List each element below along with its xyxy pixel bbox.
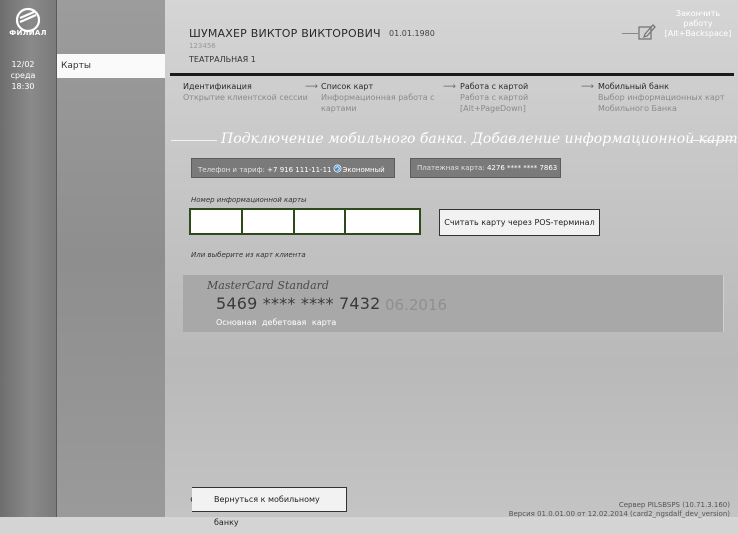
date-time-block: 12/02 среда 18:30 <box>0 59 46 92</box>
refresh-icon[interactable] <box>333 164 342 173</box>
card-number: 5469 **** **** 7432 <box>216 294 381 313</box>
info-card-label: Номер информационной карты <box>191 196 307 204</box>
section-line-left <box>171 140 217 141</box>
time-label: 18:30 <box>11 82 35 91</box>
finish-label-line1: Закончить <box>675 9 721 18</box>
finish-separator <box>622 33 638 34</box>
step-card-list[interactable]: Список карт Информационная работа с карт… <box>321 81 435 114</box>
finish-label-line2: работу <box>683 19 713 28</box>
weekday-label: среда <box>10 71 36 80</box>
client-address: ТЕАТРАЛЬНАЯ 1 <box>189 55 256 64</box>
client-id: 123456 <box>189 42 216 50</box>
read-card-pos-button[interactable]: Считать карту через POS-терминал <box>439 209 600 236</box>
card-number-field-4[interactable] <box>344 208 421 235</box>
left-sidebar: ФИЛИАЛ 12/02 среда 18:30 <box>0 0 57 517</box>
card-number-field-1[interactable] <box>189 208 243 235</box>
card-number-field-2[interactable] <box>241 208 295 235</box>
step-subtitle: Информационная работа с <box>321 93 435 102</box>
choose-from-client-cards-label: Или выберите из карт клиента <box>191 251 306 259</box>
header-divider <box>170 73 734 76</box>
phone-tariff-label: Телефон и тариф: <box>198 166 265 174</box>
card-expiry: 06.2016 <box>385 296 448 314</box>
step-subtitle-2: картами <box>321 104 357 113</box>
edit-icon[interactable] <box>637 22 657 42</box>
card-description: Основная дебетовая карта <box>216 318 337 327</box>
step-title: Работа с картой <box>460 82 529 91</box>
step-subtitle-2: Мобильного Банка <box>598 104 677 113</box>
finish-label-shortcut: [Alt+Backspace] <box>664 29 732 38</box>
payment-card-chip: Платежная карта: 4276 **** **** 7863 <box>410 158 561 178</box>
client-birth-date: 01.01.1980 <box>389 29 435 38</box>
arrow-right-icon: ⟶ <box>305 82 318 92</box>
tariff-name: Экономный <box>342 166 385 174</box>
step-card-work[interactable]: Работа с картой Работа с картой [Alt+Pag… <box>460 81 528 114</box>
section-title: Подключение мобильного банка. Добавление… <box>221 131 738 147</box>
card-type: MasterCard Standard <box>207 279 329 292</box>
server-info: Сервер PILSBSPS (10.71.3.160) <box>618 501 730 509</box>
date-label: 12/02 <box>11 60 35 69</box>
step-title: Идентификация <box>183 82 252 91</box>
back-to-mobile-bank-button[interactable]: Вернуться к мобильному банку <box>192 487 347 527</box>
step-title: Список карт <box>321 82 374 91</box>
arrow-right-icon: ⟶ <box>581 82 594 92</box>
step-subtitle: Выбор информационных карт <box>598 93 725 102</box>
finish-work-button[interactable]: Закончить работу [Alt+Backspace] <box>664 9 732 39</box>
step-subtitle: Работа с картой <box>460 93 529 102</box>
step-title: Мобильный банк <box>598 82 669 91</box>
step-shortcut: [Alt+PageDown] <box>460 104 526 113</box>
step-subtitle: Открытие клиентской сессии <box>183 93 308 102</box>
step-identification[interactable]: Идентификация Открытие клиентской сессии <box>183 81 308 103</box>
client-name: ШУМАХЕР ВИКТОР ВИКТОРОВИЧ <box>189 27 381 40</box>
nav-item-cards[interactable]: Карты <box>57 54 165 78</box>
arrow-right-icon: ⟶ <box>443 82 456 92</box>
step-mobile-bank[interactable]: Мобильный банк Выбор информационных карт… <box>598 81 725 114</box>
payment-card-number: 4276 **** **** 7863 <box>486 164 558 172</box>
card-number-field-3[interactable] <box>293 208 346 235</box>
payment-card-label: Платежная карта: <box>417 164 485 172</box>
phone-number: +7 916 111-11-11 <box>267 166 332 174</box>
phone-tariff-chip: Телефон и тариф: +7 916 111-11-11 Экономн… <box>191 158 395 178</box>
logo-text: ФИЛИАЛ <box>9 29 47 37</box>
section-line-right <box>690 140 734 141</box>
